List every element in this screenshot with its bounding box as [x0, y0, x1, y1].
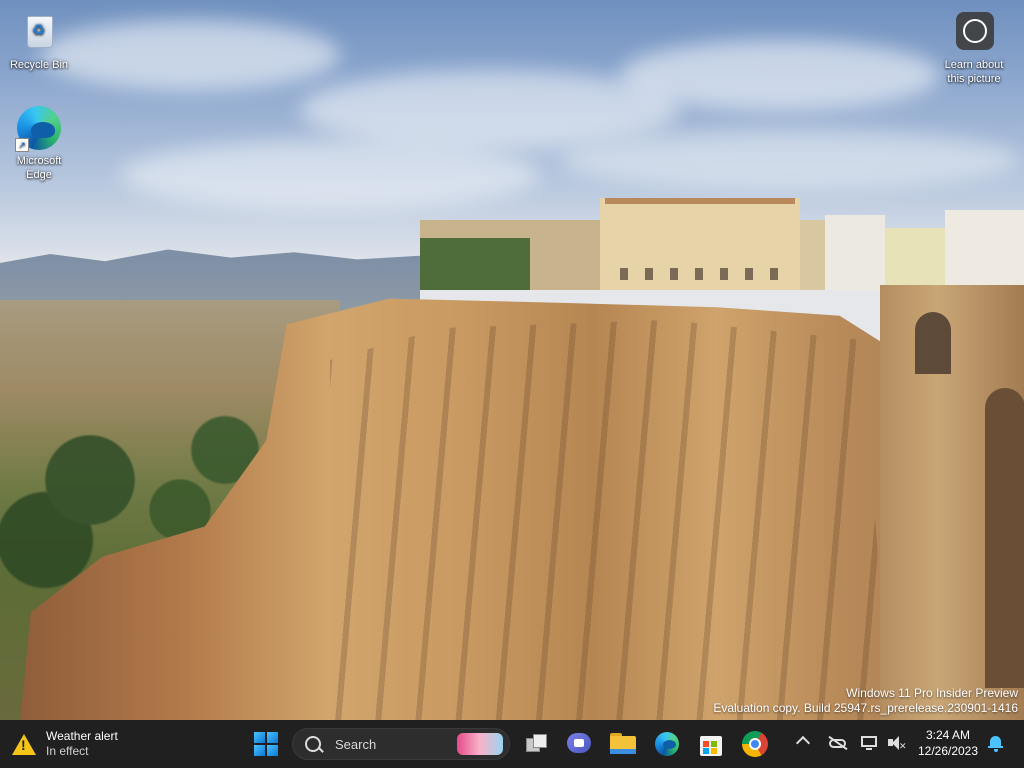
windows-logo-icon [254, 732, 265, 743]
watermark-line-2: Evaluation copy. Build 25947.rs_prerelea… [713, 701, 1018, 715]
windows-logo-icon [254, 745, 265, 756]
desktop-icon-label: Microsoft Edge [16, 155, 62, 181]
wallpaper-bridge-arch [915, 312, 951, 374]
wallpaper-cloud [560, 130, 1020, 190]
search-highlight-icon [457, 733, 503, 755]
edge-icon: ↗ [15, 104, 63, 152]
desktop-icon-label: Recycle Bin [9, 59, 69, 71]
taskbar-app-task-view[interactable] [522, 730, 550, 758]
desktop-icon-label: Learn about this picture [944, 59, 1004, 85]
wallpaper-bridge-arch [985, 388, 1024, 688]
windows-logo-icon [267, 732, 278, 743]
taskbar-clock[interactable]: 3:24 AM 12/26/2023 [912, 727, 984, 759]
watermark-line-1: Windows 11 Pro Insider Preview [846, 686, 1018, 700]
search-icon [305, 736, 321, 752]
recycle-bin-icon: ♻ [15, 8, 63, 56]
edge-icon [663, 740, 676, 749]
windows-logo-icon [267, 745, 278, 756]
weather-subtitle: In effect [46, 744, 89, 758]
file-explorer-icon [610, 749, 636, 754]
weather-widget[interactable]: ! Weather alert In effect [12, 727, 212, 761]
wallpaper-cloud [620, 40, 940, 110]
shortcut-arrow-icon: ↗ [15, 138, 29, 152]
desktop-wallpaper[interactable] [0, 0, 1024, 720]
wallpaper-cliff-texture [330, 320, 890, 720]
learn-about-picture-icon [950, 8, 998, 56]
task-view-icon [533, 734, 547, 748]
network-icon[interactable] [860, 734, 880, 752]
volume-icon[interactable]: ✕ [886, 734, 907, 752]
evaluation-watermark: Windows 11 Pro Insider Preview Evaluatio… [713, 686, 1018, 716]
chrome-icon [749, 738, 761, 750]
clock-date: 12/26/2023 [917, 744, 979, 758]
start-button[interactable] [254, 732, 278, 756]
taskbar-app-microsoft-edge[interactable] [653, 730, 681, 758]
cloud-off-icon[interactable] [828, 734, 848, 752]
weather-title: Weather alert [46, 729, 118, 743]
notification-bell-icon[interactable] [987, 734, 1005, 752]
taskbar-app-chat[interactable] [565, 730, 593, 758]
warning-icon: ! [12, 733, 36, 755]
wallpaper-buildings [395, 192, 1024, 290]
store-icon [700, 736, 722, 756]
desktop-icon-learn-about-picture[interactable]: Learn about this picture [936, 8, 1012, 86]
desktop-icon-recycle-bin[interactable]: ♻ Recycle Bin [1, 8, 77, 72]
search-placeholder: Search [335, 736, 377, 752]
taskbar-app-microsoft-store[interactable] [697, 730, 725, 758]
clock-time: 3:24 AM [925, 728, 971, 742]
desktop-icon-microsoft-edge[interactable]: ↗ Microsoft Edge [1, 104, 77, 182]
chat-icon [567, 733, 591, 753]
taskbar-search-box[interactable]: Search [292, 728, 510, 760]
taskbar-app-file-explorer[interactable] [609, 730, 637, 758]
taskbar-app-google-chrome[interactable] [741, 730, 769, 758]
wallpaper-cloud [40, 20, 340, 90]
